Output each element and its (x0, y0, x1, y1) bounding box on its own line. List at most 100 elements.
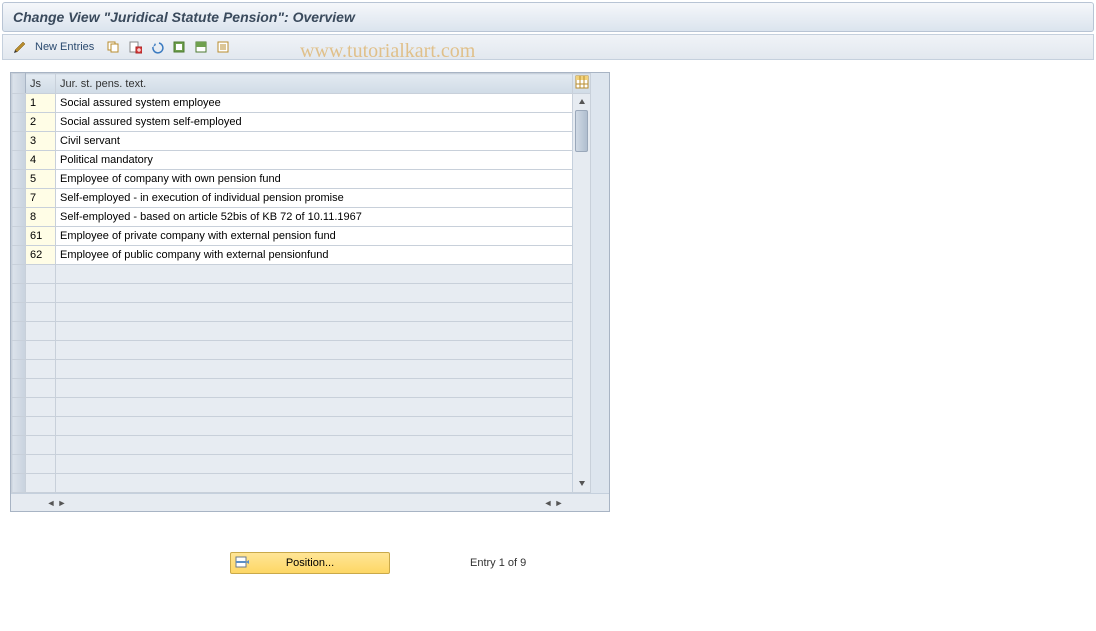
cell-js[interactable]: 5 (26, 170, 56, 189)
row-selector[interactable] (12, 379, 26, 398)
cell-text-empty[interactable] (56, 398, 573, 417)
cell-text-empty[interactable] (56, 436, 573, 455)
table-row-empty (12, 360, 591, 379)
select-all-icon[interactable] (170, 38, 188, 56)
row-selector[interactable] (12, 246, 26, 265)
cell-js-empty[interactable] (26, 265, 56, 284)
cell-js[interactable]: 1 (26, 94, 56, 113)
table-row: 4Political mandatory (12, 151, 591, 170)
cell-js-empty[interactable] (26, 322, 56, 341)
row-selector[interactable] (12, 417, 26, 436)
column-header-js[interactable]: Js (26, 74, 56, 94)
copy-as-icon[interactable] (104, 38, 122, 56)
scroll-down-icon[interactable] (573, 475, 590, 491)
cell-text-empty[interactable] (56, 265, 573, 284)
table-row-empty (12, 417, 591, 436)
cell-text[interactable]: Self-employed - in execution of individu… (56, 189, 573, 208)
cell-js[interactable]: 2 (26, 113, 56, 132)
row-selector[interactable] (12, 341, 26, 360)
cell-js-empty[interactable] (26, 303, 56, 322)
table-row-empty (12, 455, 591, 474)
cell-js-empty[interactable] (26, 379, 56, 398)
cell-js-empty[interactable] (26, 474, 56, 493)
scroll-left-icon[interactable]: ◄ (46, 496, 56, 510)
cell-text[interactable]: Employee of company with own pension fun… (56, 170, 573, 189)
position-icon (235, 555, 249, 572)
table-row: 8Self-employed - based on article 52bis … (12, 208, 591, 227)
cell-text-empty[interactable] (56, 341, 573, 360)
cell-text-empty[interactable] (56, 417, 573, 436)
scroll-thumb[interactable] (575, 110, 588, 152)
row-selector[interactable] (12, 303, 26, 322)
cell-js[interactable]: 61 (26, 227, 56, 246)
table-row: 3Civil servant (12, 132, 591, 151)
toggle-display-change-icon[interactable] (11, 38, 29, 56)
vertical-scrollbar[interactable] (573, 94, 591, 493)
scroll-up-icon[interactable] (573, 94, 590, 110)
row-selector[interactable] (12, 360, 26, 379)
cell-text[interactable]: Civil servant (56, 132, 573, 151)
cell-text-empty[interactable] (56, 322, 573, 341)
scroll-right-icon[interactable]: ► (57, 496, 67, 510)
select-all-rows[interactable] (12, 74, 26, 94)
toolbar: New Entries (2, 34, 1094, 60)
cell-text[interactable]: Employee of public company with external… (56, 246, 573, 265)
position-button-label: Position... (286, 557, 334, 569)
cell-js-empty[interactable] (26, 360, 56, 379)
table-row: 62Employee of public company with extern… (12, 246, 591, 265)
row-selector[interactable] (12, 170, 26, 189)
undo-change-icon[interactable] (148, 38, 166, 56)
cell-text[interactable]: Employee of private company with externa… (56, 227, 573, 246)
row-selector[interactable] (12, 189, 26, 208)
table-row-empty (12, 284, 591, 303)
cell-text-empty[interactable] (56, 379, 573, 398)
row-selector[interactable] (12, 284, 26, 303)
row-selector[interactable] (12, 474, 26, 493)
new-entries-button[interactable]: New Entries (33, 41, 100, 53)
table-row: 1Social assured system employee (12, 94, 591, 113)
row-selector[interactable] (12, 151, 26, 170)
cell-js-empty[interactable] (26, 417, 56, 436)
row-selector[interactable] (12, 208, 26, 227)
cell-js[interactable]: 7 (26, 189, 56, 208)
cell-text-empty[interactable] (56, 303, 573, 322)
cell-js-empty[interactable] (26, 398, 56, 417)
table-row-empty (12, 474, 591, 493)
entry-status: Entry 1 of 9 (470, 557, 526, 569)
delete-icon[interactable] (126, 38, 144, 56)
cell-text-empty[interactable] (56, 284, 573, 303)
cell-text-empty[interactable] (56, 360, 573, 379)
cell-text[interactable]: Political mandatory (56, 151, 573, 170)
cell-js[interactable]: 62 (26, 246, 56, 265)
deselect-all-icon[interactable] (214, 38, 232, 56)
row-selector[interactable] (12, 436, 26, 455)
cell-text-empty[interactable] (56, 474, 573, 493)
cell-js-empty[interactable] (26, 341, 56, 360)
cell-js[interactable]: 3 (26, 132, 56, 151)
select-block-icon[interactable] (192, 38, 210, 56)
cell-text-empty[interactable] (56, 455, 573, 474)
row-selector[interactable] (12, 113, 26, 132)
cell-js[interactable]: 4 (26, 151, 56, 170)
scroll-right-end-icon[interactable]: ► (554, 496, 564, 510)
row-selector[interactable] (12, 132, 26, 151)
cell-js-empty[interactable] (26, 284, 56, 303)
cell-text[interactable]: Social assured system self-employed (56, 113, 573, 132)
cell-js-empty[interactable] (26, 455, 56, 474)
row-selector[interactable] (12, 265, 26, 284)
column-header-text[interactable]: Jur. st. pens. text. (56, 74, 573, 94)
cell-text[interactable]: Self-employed - based on article 52bis o… (56, 208, 573, 227)
row-selector[interactable] (12, 322, 26, 341)
row-selector[interactable] (12, 94, 26, 113)
table-settings-icon[interactable] (573, 74, 591, 94)
cell-js[interactable]: 8 (26, 208, 56, 227)
row-selector[interactable] (12, 227, 26, 246)
row-selector[interactable] (12, 398, 26, 417)
row-selector[interactable] (12, 455, 26, 474)
title-bar: Change View "Juridical Statute Pension":… (2, 2, 1094, 32)
position-button[interactable]: Position... (230, 552, 390, 574)
cell-js-empty[interactable] (26, 436, 56, 455)
cell-text[interactable]: Social assured system employee (56, 94, 573, 113)
horizontal-scrollbar[interactable]: ◄ ► ◄ ► (11, 493, 609, 511)
scroll-left-end-icon[interactable]: ◄ (543, 496, 553, 510)
